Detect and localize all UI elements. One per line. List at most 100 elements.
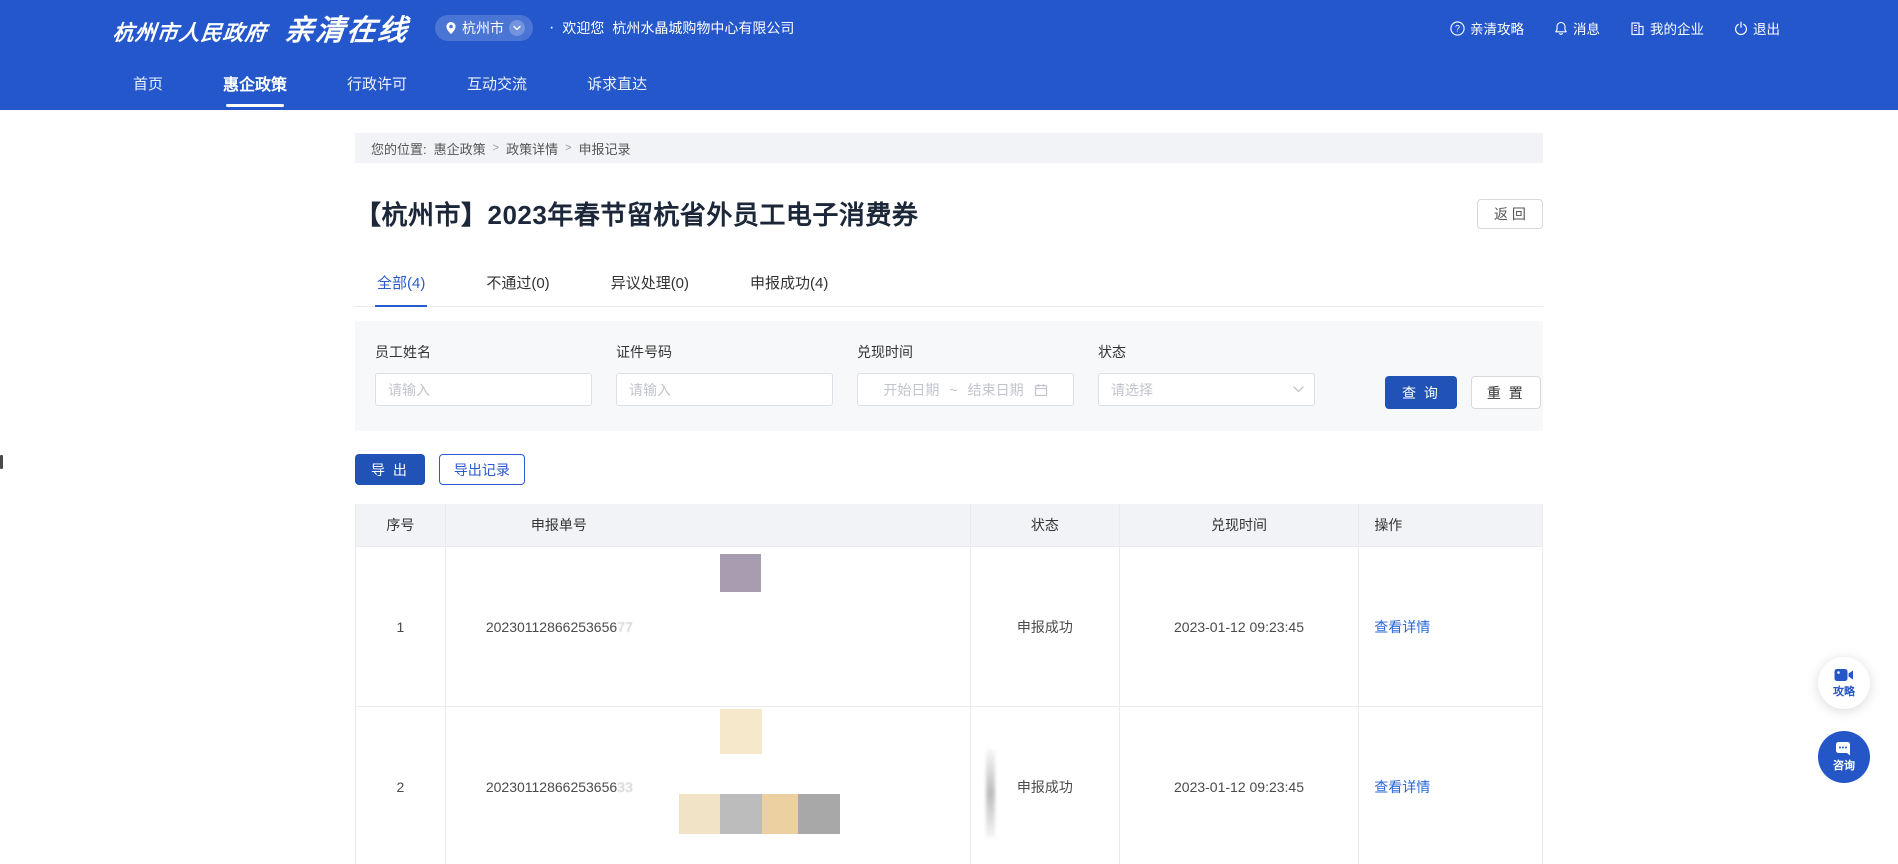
row-redeem-time: 2023-01-12 09:23:45	[1120, 707, 1360, 864]
records-table: 序号 申报单号 状态 兑现时间 操作 1 2023011286625365677…	[355, 504, 1543, 864]
status-placeholder: 请选择	[1111, 380, 1153, 400]
date-separator: ~	[949, 382, 957, 398]
power-icon	[1734, 21, 1748, 36]
redaction-block	[679, 794, 720, 834]
video-camera-icon	[1834, 668, 1854, 682]
breadcrumb-separator: >	[493, 142, 499, 154]
location-label: 杭州市	[462, 18, 504, 38]
export-records-button[interactable]: 导出记录	[439, 454, 525, 485]
nav-item-policy[interactable]: 惠企政策	[223, 56, 287, 110]
export-button[interactable]: 导 出	[355, 454, 425, 485]
redeem-time-label: 兑现时间	[857, 342, 1074, 362]
status-field: 状态 请选择	[1098, 342, 1315, 431]
screen-artifact	[0, 455, 3, 469]
redaction-block	[720, 554, 761, 592]
view-detail-link[interactable]: 查看详情	[1374, 777, 1430, 797]
column-header-redeem-time: 兑现时间	[1120, 504, 1360, 547]
nav-item-appeal[interactable]: 诉求直达	[587, 56, 647, 110]
id-number-label: 证件号码	[616, 342, 833, 362]
guide-link[interactable]: ? 亲清攻略	[1450, 18, 1524, 38]
bell-icon	[1554, 21, 1568, 36]
guide-float-label: 攻略	[1833, 683, 1855, 699]
redaction-smudge	[986, 749, 995, 837]
my-company-link-label: 我的企业	[1650, 18, 1704, 38]
row-status: 申报成功	[971, 547, 1120, 707]
table-row: 2 2023011286625365633 申报成功 2023-01-12 09…	[356, 707, 1542, 864]
column-header-status: 状态	[971, 504, 1120, 547]
guide-float-button[interactable]: 攻略	[1818, 657, 1870, 709]
redeem-time-field: 兑现时间 开始日期 ~ 结束日期	[857, 342, 1074, 431]
date-end-placeholder: 结束日期	[968, 380, 1024, 400]
site-logo: 杭州市人民政府 亲清在线	[113, 7, 409, 49]
calendar-icon	[1034, 383, 1048, 397]
company-name: 杭州水晶城购物中心有限公司	[612, 18, 794, 38]
logout-link-label: 退出	[1753, 18, 1780, 38]
employee-name-field: 员工姓名	[375, 342, 592, 431]
status-tabs: 全部(4) 不通过(0) 异议处理(0) 申报成功(4)	[355, 262, 1543, 307]
reset-button[interactable]: 重 置	[1471, 376, 1541, 409]
redaction-block	[798, 794, 840, 834]
consult-float-label: 咨询	[1833, 757, 1855, 773]
status-select[interactable]: 请选择	[1098, 373, 1315, 406]
tab-all[interactable]: 全部(4)	[375, 262, 427, 306]
gov-logo-text: 杭州市人民政府	[111, 17, 268, 47]
header-links: ? 亲清攻略 消息 我的企业 退出	[1450, 18, 1780, 38]
row-index: 2	[356, 707, 446, 864]
location-pin-icon	[445, 21, 457, 35]
tab-objection[interactable]: 异议处理(0)	[609, 262, 691, 306]
filter-panel: 员工姓名 证件号码 兑现时间 开始日期 ~ 结束日期 状态 请选择	[355, 321, 1543, 431]
breadcrumb-item-policy[interactable]: 惠企政策	[434, 139, 486, 158]
table-header-row: 序号 申报单号 状态 兑现时间 操作	[356, 504, 1542, 547]
status-label: 状态	[1098, 342, 1315, 362]
order-no-redacted-tail: 77	[617, 619, 633, 635]
redaction-block	[720, 709, 762, 754]
breadcrumb-item-records[interactable]: 申报记录	[579, 139, 631, 158]
employee-name-input[interactable]	[375, 373, 592, 406]
chat-icon	[1835, 741, 1854, 756]
messages-link[interactable]: 消息	[1554, 18, 1600, 38]
view-detail-link[interactable]: 查看详情	[1374, 617, 1430, 637]
date-start-placeholder: 开始日期	[883, 380, 939, 400]
breadcrumb: 您的位置: 惠企政策 > 政策详情 > 申报记录	[355, 133, 1543, 163]
order-no-text: 20230112866253656	[486, 619, 617, 635]
row-order-no: 2023011286625365677	[446, 547, 971, 707]
welcome-label: 欢迎您	[562, 18, 604, 38]
guide-link-label: 亲清攻略	[1470, 18, 1524, 38]
breadcrumb-prefix: 您的位置:	[371, 139, 427, 158]
chevron-down-icon	[1293, 386, 1304, 393]
order-no-redacted-tail: 33	[617, 779, 633, 795]
id-number-input[interactable]	[616, 373, 833, 406]
column-header-order-no: 申报单号	[446, 504, 971, 547]
tab-rejected[interactable]: 不通过(0)	[484, 262, 551, 306]
svg-text:?: ?	[1455, 23, 1460, 33]
location-selector[interactable]: 杭州市	[435, 15, 533, 41]
question-circle-icon: ?	[1450, 21, 1465, 36]
back-button[interactable]: 返 回	[1477, 199, 1543, 229]
page-title: 【杭州市】2023年春节留杭省外员工电子消费券	[355, 195, 918, 232]
consult-float-button[interactable]: 咨询	[1818, 731, 1870, 783]
search-button[interactable]: 查 询	[1385, 376, 1457, 409]
tab-success[interactable]: 申报成功(4)	[748, 262, 830, 306]
order-no-text: 20230112866253656	[486, 779, 617, 795]
nav-item-licensing[interactable]: 行政许可	[347, 56, 407, 110]
my-company-link[interactable]: 我的企业	[1630, 18, 1704, 38]
row-index: 1	[356, 547, 446, 707]
table-row: 1 2023011286625365677 申报成功 2023-01-12 09…	[356, 547, 1542, 707]
welcome-text: · 欢迎您 杭州水晶城购物中心有限公司	[549, 18, 794, 38]
brand-logo-text: 亲清在线	[283, 7, 411, 49]
top-header: 杭州市人民政府 亲清在线 杭州市 · 欢迎您 杭州水晶城购物中心有限公司 ? 亲…	[0, 0, 1898, 56]
messages-link-label: 消息	[1573, 18, 1600, 38]
column-header-action: 操作	[1359, 504, 1542, 547]
row-order-no: 2023011286625365633	[446, 707, 971, 864]
row-redeem-time: 2023-01-12 09:23:45	[1120, 547, 1360, 707]
breadcrumb-item-detail[interactable]: 政策详情	[506, 139, 558, 158]
nav-item-home[interactable]: 首页	[133, 56, 163, 110]
date-range-input[interactable]: 开始日期 ~ 结束日期	[857, 373, 1074, 406]
column-header-index: 序号	[356, 504, 446, 547]
main-nav: 首页 惠企政策 行政许可 互动交流 诉求直达	[0, 56, 1898, 110]
logout-link[interactable]: 退出	[1734, 18, 1780, 38]
id-number-field: 证件号码	[616, 342, 833, 431]
welcome-dot: ·	[549, 19, 554, 37]
nav-item-interaction[interactable]: 互动交流	[467, 56, 527, 110]
building-icon	[1630, 21, 1645, 36]
